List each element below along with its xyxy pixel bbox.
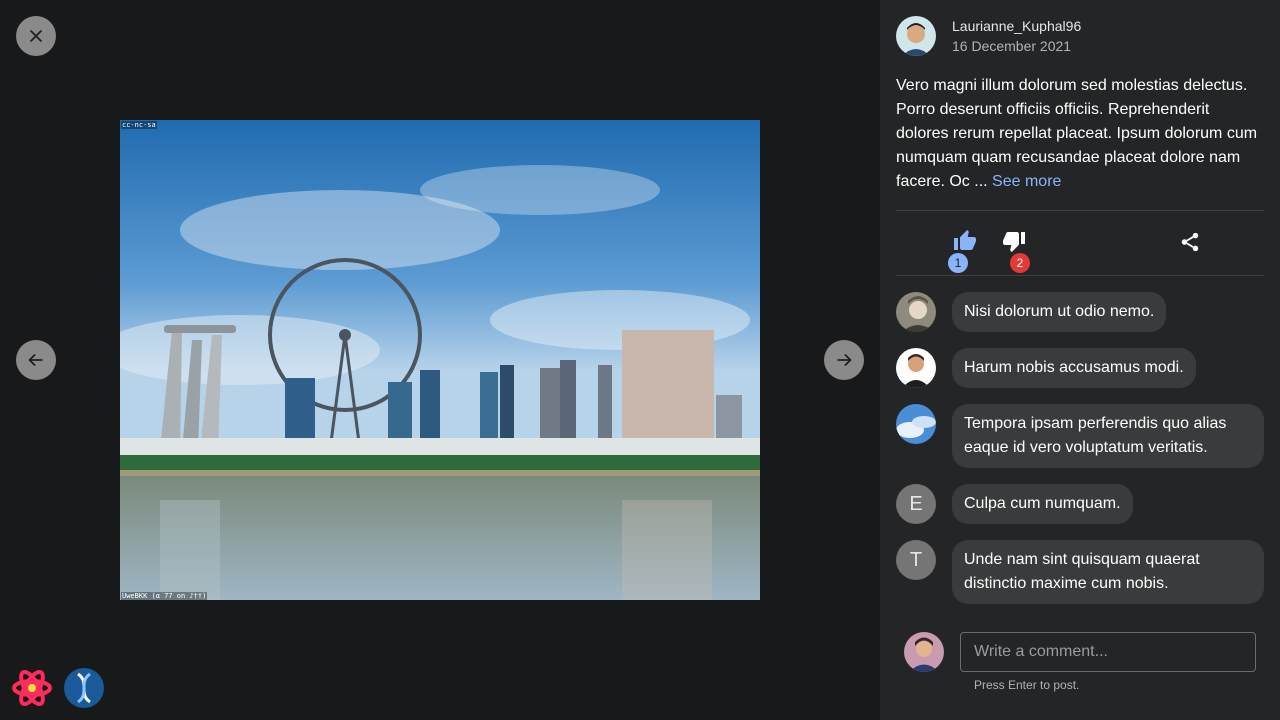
see-more-link[interactable]: See more [992,173,1061,190]
share-button[interactable] [1170,231,1210,271]
post-photo: cc-nc-sa UweBKK (α 77 on ♪††) [120,120,760,600]
commenter-avatar[interactable]: E [896,484,936,524]
comment-item: Tempora ipsam perferendis quo alias eaqu… [896,404,1264,468]
author-avatar[interactable] [896,16,936,56]
author-meta: Laurianne_Kuphal96 16 December 2021 [952,16,1081,56]
commenter-avatar[interactable] [896,404,936,444]
photo-license-label: cc-nc-sa [121,121,157,129]
post-author: Laurianne_Kuphal96 16 December 2021 [896,16,1264,56]
close-button[interactable] [16,16,56,56]
dislike-count-badge: 2 [1010,253,1030,273]
post-details-panel: Laurianne_Kuphal96 16 December 2021 Vero… [880,0,1280,720]
comment-text: Culpa cum numquam. [952,484,1133,524]
comment-text: Tempora ipsam perferendis quo alias eaqu… [952,404,1264,468]
comment-item: Harum nobis accusamus modi. [896,348,1264,388]
like-button[interactable]: 1 [944,229,984,273]
photo-viewer: cc-nc-sa UweBKK (α 77 on ♪††) [0,0,880,720]
share-icon [1181,232,1199,252]
author-name[interactable]: Laurianne_Kuphal96 [952,16,1081,36]
composer-hint: Press Enter to post. [974,678,1080,692]
comment-item: E Culpa cum numquam. [896,484,1264,524]
comment-list: Nisi dolorum ut odio nemo. Harum nobis a… [896,292,1264,604]
comment-text: Harum nobis accusamus modi. [952,348,1196,388]
thumb-down-icon [1003,232,1025,252]
divider [896,275,1264,276]
singapore-skyline-image [120,120,760,600]
arrow-right-icon [837,353,852,367]
dislike-button[interactable]: 2 [994,229,1034,273]
comment-text: Nisi dolorum ut odio nemo. [952,292,1167,332]
comment-input[interactable] [960,632,1256,672]
commenter-avatar[interactable] [896,348,936,388]
comment-text: Unde nam sint quisquam quaerat distincti… [952,540,1264,604]
react-atom-icon[interactable] [12,668,52,708]
post-actions: 1 2 [896,211,1264,275]
app-icons [12,668,104,708]
post-date: 16 December 2021 [952,38,1072,54]
close-icon [29,29,43,43]
comment-item: T Unde nam sint quisquam quaerat distinc… [896,540,1264,604]
current-user-avatar [904,632,944,672]
previous-photo-button[interactable] [16,340,56,380]
photo-credit-label: UweBKK (α 77 on ♪††) [121,592,208,600]
dna-helix-icon[interactable] [64,668,104,708]
like-count-badge: 1 [948,253,968,273]
post-body: Vero magni illum dolorum sed molestias d… [896,74,1264,194]
arrow-left-icon [28,353,43,367]
next-photo-button[interactable] [824,340,864,380]
commenter-avatar[interactable] [896,292,936,332]
comment-item: Nisi dolorum ut odio nemo. [896,292,1264,332]
post-text: Vero magni illum dolorum sed molestias d… [896,77,1258,190]
thumb-up-icon [954,230,976,250]
comment-composer [904,632,1256,672]
commenter-avatar[interactable]: T [896,540,936,580]
